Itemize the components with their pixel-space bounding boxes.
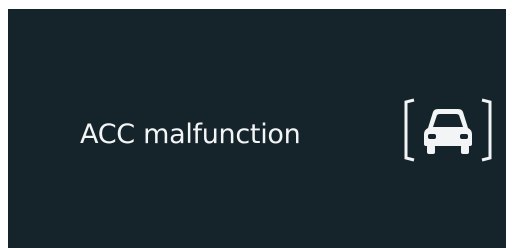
adaptive-cruise-control-car-icon [398,94,498,166]
acc-warning-panel: ACC malfunction [8,9,506,248]
acc-malfunction-message: ACC malfunction [80,119,301,150]
